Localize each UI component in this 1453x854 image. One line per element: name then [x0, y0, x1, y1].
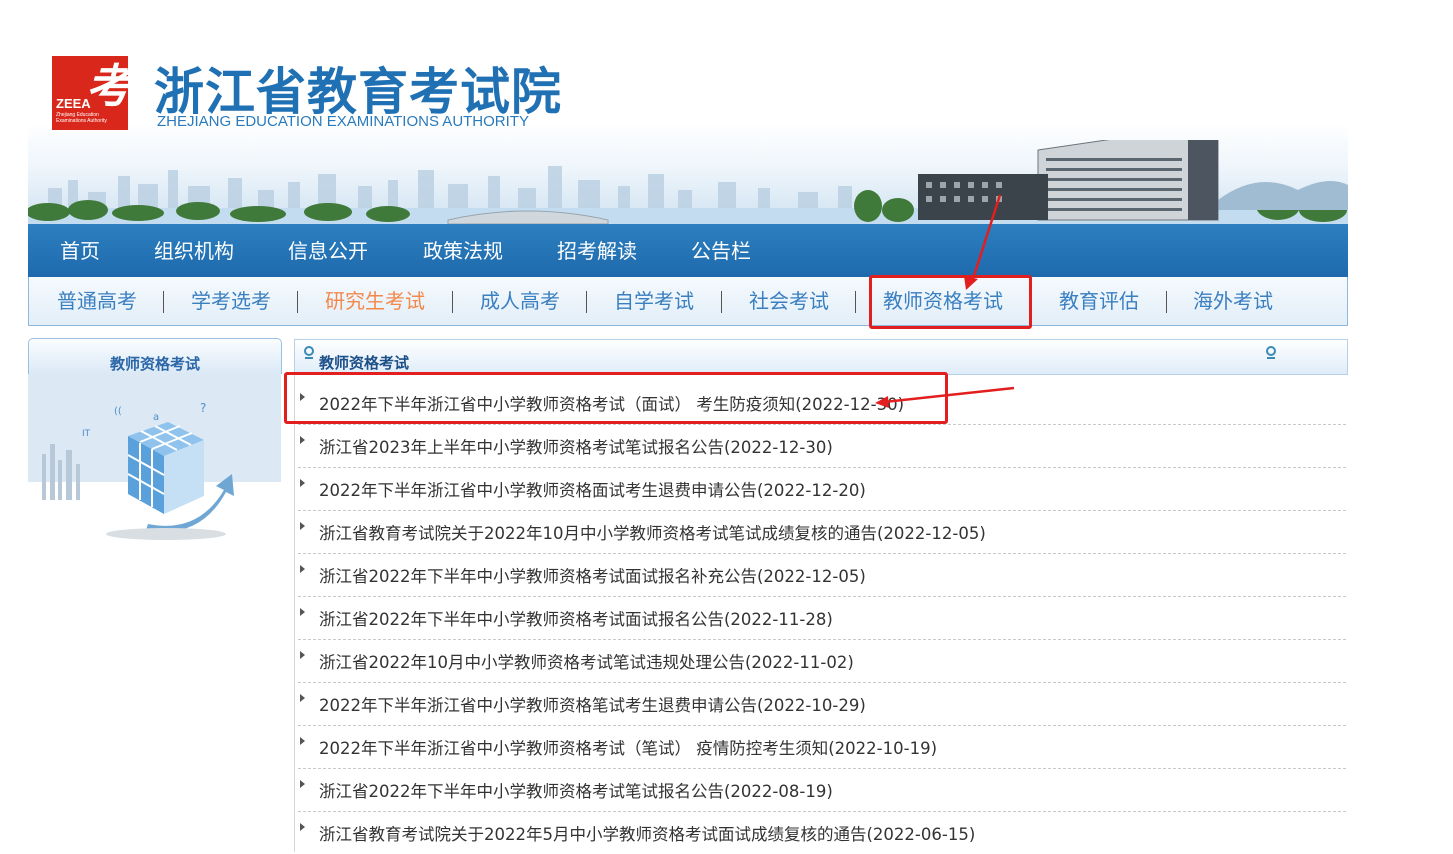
site-subtitle: ZHEJIANG EDUCATION EXAMINATIONS AUTHORIT… [157, 113, 529, 130]
triangle-bullet-icon [300, 565, 305, 573]
nav-self-study-exam[interactable]: 自学考试 [614, 277, 694, 325]
list-item[interactable]: 浙江省2022年下半年中小学教师资格考试笔试报名公告(2022-08-19) [298, 769, 1346, 812]
list-item-link[interactable]: 浙江省2022年10月中小学教师资格考试笔试违规处理公告(2022-11-02) [319, 649, 854, 673]
nav-education-evaluation[interactable]: 教育评估 [1059, 277, 1139, 325]
nav-divider [721, 291, 722, 313]
triangle-bullet-icon [300, 694, 305, 702]
list-item[interactable]: 浙江省2023年上半年中小学教师资格考试笔试报名公告(2022-12-30) [298, 425, 1346, 468]
list-item[interactable]: 2022年下半年浙江省中小学教师资格考试（笔试） 疫情防控考生须知(2022-1… [298, 726, 1346, 769]
triangle-bullet-icon [300, 651, 305, 659]
nav-admission-guide[interactable]: 招考解读 [557, 224, 637, 277]
nav-divider [297, 291, 298, 313]
list-item-link[interactable]: 2022年下半年浙江省中小学教师资格考试（笔试） 疫情防控考生须知(2022-1… [319, 735, 937, 759]
triangle-bullet-icon [300, 737, 305, 745]
list-item-link[interactable]: 浙江省教育考试院关于2022年10月中小学教师资格考试笔试成绩复核的通告(202… [319, 520, 986, 544]
nav-divider [163, 291, 164, 313]
triangle-bullet-icon [300, 608, 305, 616]
triangle-bullet-icon [300, 479, 305, 487]
pin-icon [1266, 346, 1276, 359]
svg-text:?: ? [200, 401, 206, 415]
skyline-illustration [28, 140, 1348, 224]
sidebar-cube-illustration: (( a ? IT [28, 374, 281, 540]
nav-info-disclosure[interactable]: 信息公开 [288, 224, 368, 277]
list-item-link[interactable]: 浙江省2023年上半年中小学教师资格考试笔试报名公告(2022-12-30) [319, 434, 833, 458]
list-item-link[interactable]: 浙江省教育考试院关于2022年5月中小学教师资格考试面试成绩复核的通告(2022… [319, 821, 975, 845]
list-item[interactable]: 浙江省2022年下半年中小学教师资格考试面试报名补充公告(2022-12-05) [298, 554, 1346, 597]
pin-icon [304, 346, 314, 359]
list-item-link[interactable]: 2022年下半年浙江省中小学教师资格笔试考生退费申请公告(2022-10-29) [319, 692, 866, 716]
nav-divider [586, 291, 587, 313]
highlight-box-item [284, 372, 948, 424]
list-item-link[interactable]: 浙江省2022年下半年中小学教师资格考试面试报名补充公告(2022-12-05) [319, 563, 866, 587]
site-banner: 考 ZEEA Zhejiang Education Examinations A… [28, 40, 1348, 224]
triangle-bullet-icon [300, 780, 305, 788]
svg-text:a: a [153, 412, 159, 423]
nav-gaokao[interactable]: 普通高考 [57, 277, 137, 325]
nav-postgraduate[interactable]: 研究生考试 [325, 277, 425, 325]
nav-policies[interactable]: 政策法规 [423, 224, 503, 277]
triangle-bullet-icon [300, 436, 305, 444]
highlight-box-nav [869, 275, 1032, 329]
content-header: 教师资格考试 [294, 339, 1348, 375]
nav-divider [855, 291, 856, 313]
list-item-link[interactable]: 2022年下半年浙江省中小学教师资格面试考生退费申请公告(2022-12-20) [319, 477, 866, 501]
logo-abbreviation: ZEEA [56, 96, 91, 111]
nav-organization[interactable]: 组织机构 [154, 224, 234, 277]
svg-text:((: (( [114, 406, 122, 417]
nav-adult-exam[interactable]: 成人高考 [480, 277, 560, 325]
site-logo[interactable]: 考 ZEEA Zhejiang Education Examinations A… [52, 56, 132, 130]
triangle-bullet-icon [300, 522, 305, 530]
secondary-nav: 普通高考 学考选考 研究生考试 成人高考 自学考试 社会考试 教师资格考试 教育… [28, 277, 1348, 326]
nav-divider [1166, 291, 1167, 313]
triangle-bullet-icon [300, 823, 305, 831]
content-title: 教师资格考试 [319, 354, 410, 372]
nav-bulletin[interactable]: 公告栏 [691, 224, 751, 277]
nav-home[interactable]: 首页 [60, 224, 100, 277]
nav-social-exam[interactable]: 社会考试 [749, 277, 829, 325]
svg-text:IT: IT [82, 429, 91, 439]
list-item[interactable]: 浙江省2022年下半年中小学教师资格考试面试报名公告(2022-11-28) [298, 597, 1346, 640]
list-item[interactable]: 浙江省教育考试院关于2022年5月中小学教师资格考试面试成绩复核的通告(2022… [298, 812, 1346, 854]
list-item-link[interactable]: 浙江省2022年下半年中小学教师资格考试面试报名公告(2022-11-28) [319, 606, 833, 630]
primary-nav: 首页 组织机构 信息公开 政策法规 招考解读 公告栏 [28, 224, 1348, 277]
logo-subtext: Zhejiang Education Examinations Authorit… [56, 112, 107, 124]
sidebar-header: 教师资格考试 [28, 338, 282, 374]
logo-character: 考 [86, 59, 132, 113]
nav-xuekao[interactable]: 学考选考 [191, 277, 271, 325]
nav-divider [452, 291, 453, 313]
list-item[interactable]: 2022年下半年浙江省中小学教师资格笔试考生退费申请公告(2022-10-29) [298, 683, 1346, 726]
list-item-link[interactable]: 浙江省2022年下半年中小学教师资格考试笔试报名公告(2022-08-19) [319, 778, 833, 802]
sidebar-title: 教师资格考试 [109, 355, 200, 373]
nav-overseas-exam[interactable]: 海外考试 [1193, 277, 1273, 325]
list-item[interactable]: 浙江省教育考试院关于2022年10月中小学教师资格考试笔试成绩复核的通告(202… [298, 511, 1346, 554]
list-item[interactable]: 浙江省2022年10月中小学教师资格考试笔试违规处理公告(2022-11-02) [298, 640, 1346, 683]
list-item[interactable]: 2022年下半年浙江省中小学教师资格面试考生退费申请公告(2022-12-20) [298, 468, 1346, 511]
announcement-list: 2022年下半年浙江省中小学教师资格考试（面试） 考生防疫须知(2022-12-… [294, 382, 1346, 854]
